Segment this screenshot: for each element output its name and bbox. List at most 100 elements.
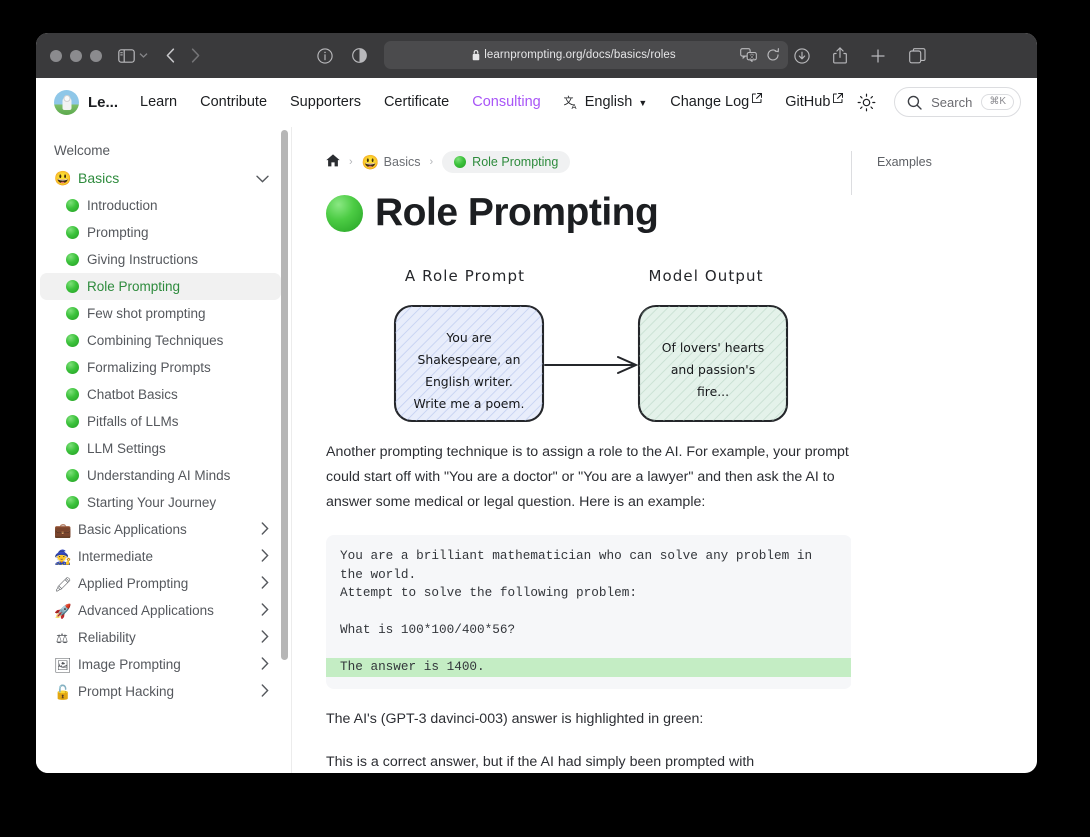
minimize-button[interactable]: [70, 49, 82, 62]
green-circle-icon: [66, 226, 79, 239]
breadcrumb-item-role-prompting[interactable]: Role Prompting: [442, 151, 571, 173]
green-circle-icon: [454, 156, 467, 168]
address-bar-text: learnprompting.org/docs/basics/roles: [414, 49, 734, 61]
nav-label: Contribute: [200, 94, 268, 110]
sidebar-icon[interactable]: [118, 48, 135, 63]
sidebar-category-label: Reliability: [78, 630, 136, 645]
sidebar-item-chatbot-basics[interactable]: Chatbot Basics: [40, 381, 281, 408]
share-icon[interactable]: [833, 47, 847, 64]
sidebar-item-prompting[interactable]: Prompting: [40, 219, 281, 246]
sidebar-category-advanced-applications[interactable]: 🚀 Advanced Applications: [40, 597, 281, 624]
nav-link-learn[interactable]: Learn: [140, 94, 177, 110]
forward-icon[interactable]: [191, 48, 200, 63]
sidebar-category-applied-prompting[interactable]: 🖍 Applied Prompting: [40, 570, 281, 597]
language-selector[interactable]: 文 A English ▼: [564, 94, 647, 110]
sun-icon[interactable]: [857, 93, 876, 112]
sidebar-item-starting-your-journey[interactable]: Starting Your Journey: [40, 489, 281, 516]
category-emoji-icon: 🚀: [54, 602, 72, 619]
info-icon[interactable]: [317, 47, 333, 64]
close-button[interactable]: [50, 49, 62, 62]
site-logo[interactable]: Le...: [54, 89, 118, 115]
paragraph-answer-note: The AI's (GPT-3 davinci-003) answer is h…: [326, 710, 704, 727]
sidebar-item-label: Welcome: [54, 143, 111, 158]
browser-window: learnprompting.org/docs/basics/roles 文 L…: [36, 33, 1037, 773]
address-bar[interactable]: learnprompting.org/docs/basics/roles 文: [384, 41, 788, 69]
breadcrumb-label: Role Prompting: [472, 155, 559, 169]
sidebar-item-label: Prompting: [87, 225, 149, 240]
nav-link-changelog[interactable]: Change Log: [670, 92, 763, 110]
window-traffic-lights[interactable]: [50, 49, 102, 62]
sidebar-item-introduction[interactable]: Introduction: [40, 192, 281, 219]
toc-item-examples[interactable]: Examples: [851, 155, 1037, 169]
sidebar-item-combining-techniques[interactable]: Combining Techniques: [40, 327, 281, 354]
nav-label: Consulting: [472, 94, 541, 110]
translate-icon[interactable]: 文: [740, 48, 757, 62]
chevron-right-icon[interactable]: [261, 576, 269, 591]
docs-sidebar[interactable]: Welcome 😃 Basics Introduction Prompting Gi…: [36, 127, 292, 773]
translate-icon: 文 A: [564, 95, 579, 110]
chevron-right-icon[interactable]: [261, 522, 269, 537]
browser-titlebar: learnprompting.org/docs/basics/roles 文: [36, 33, 1037, 78]
sidebar-category-basics[interactable]: 😃 Basics: [40, 164, 281, 192]
chevron-right-icon[interactable]: [261, 630, 269, 645]
sidebar-item-label: Giving Instructions: [87, 252, 199, 267]
reload-icon[interactable]: [766, 48, 780, 62]
downloads-icon[interactable]: [794, 47, 810, 64]
sidebar-category-prompt-hacking[interactable]: 🔓 Prompt Hacking: [40, 678, 281, 705]
diagram-caption-left: A Role Prompt: [405, 267, 525, 285]
breadcrumb-item-basics[interactable]: 😃 Basics: [362, 155, 421, 169]
sidebar-categories: 💼 Basic Applications 🧙 Intermediate 🖍 Applied…: [36, 516, 291, 705]
sidebar-item-pitfalls-of-llms[interactable]: Pitfalls of LLMs: [40, 408, 281, 435]
sidebar-item-understanding-ai-minds[interactable]: Understanding AI Minds: [40, 462, 281, 489]
sidebar-category-reliability[interactable]: ⚖ Reliability: [40, 624, 281, 651]
nav-link-consulting[interactable]: Consulting: [472, 94, 541, 110]
sidebar-item-giving-instructions[interactable]: Giving Instructions: [40, 246, 281, 273]
back-icon[interactable]: [166, 48, 175, 63]
nav-link-supporters[interactable]: Supporters: [290, 94, 361, 110]
chevron-right-icon[interactable]: [261, 684, 269, 699]
diagram-line: English writer.: [425, 374, 513, 389]
sidebar-item-welcome[interactable]: Welcome: [40, 137, 281, 164]
sidebar-item-role-prompting[interactable]: Role Prompting: [40, 273, 281, 300]
home-icon[interactable]: [326, 154, 340, 170]
tab-overview-icon[interactable]: [909, 47, 926, 64]
right-arrow-icon: [544, 356, 639, 374]
nav-link-certificate[interactable]: Certificate: [384, 94, 449, 110]
sidebar-item-few-shot-prompting[interactable]: Few shot prompting: [40, 300, 281, 327]
breadcrumb: › 😃 Basics › Role Prompting: [326, 149, 851, 175]
sidebar-item-label: Combining Techniques: [87, 333, 224, 348]
lock-icon: [472, 49, 480, 60]
sidebar-category-label: Basics: [78, 170, 120, 186]
green-circle-icon: [66, 388, 79, 401]
new-tab-icon[interactable]: [870, 48, 886, 64]
nav-link-github[interactable]: GitHub: [785, 92, 844, 110]
maximize-button[interactable]: [90, 49, 102, 62]
chevron-down-icon[interactable]: [256, 172, 269, 185]
nav-label: Supporters: [290, 94, 361, 110]
table-of-contents: Examples: [851, 127, 1037, 773]
sidebar-item-label: Role Prompting: [87, 279, 181, 294]
sidebar-item-label: Understanding AI Minds: [87, 468, 231, 483]
sidebar-item-label: Pitfalls of LLMs: [87, 414, 179, 429]
sidebar-category-image-prompting[interactable]: 🖼 Image Prompting: [40, 651, 281, 678]
sidebar-item-formalizing-prompts[interactable]: Formalizing Prompts: [40, 354, 281, 381]
diagram-caption-right: Model Output: [648, 267, 763, 285]
reader-contrast-icon[interactable]: [352, 48, 367, 63]
sidebar-category-basic-applications[interactable]: 💼 Basic Applications: [40, 516, 281, 543]
sidebar-category-intermediate[interactable]: 🧙 Intermediate: [40, 543, 281, 570]
chevron-right-icon[interactable]: [261, 603, 269, 618]
chevron-right-icon[interactable]: [261, 549, 269, 564]
chevron-right-icon[interactable]: [261, 657, 269, 672]
nav-link-contribute[interactable]: Contribute: [200, 94, 267, 110]
sidebar-children: Introduction Prompting Giving Instructions…: [36, 192, 291, 516]
paragraph-intro: Another prompting technique is to assign…: [326, 444, 849, 510]
page-title: Role Prompting: [326, 191, 851, 235]
search-input[interactable]: Search ⌘K: [894, 87, 1021, 117]
sidebar-scrollbar[interactable]: [281, 130, 288, 660]
sidebar-item-llm-settings[interactable]: LLM Settings: [40, 435, 281, 462]
chevron-down-icon[interactable]: [139, 52, 148, 59]
search-icon: [907, 95, 922, 110]
diagram-line: Write me a poem.: [414, 396, 525, 411]
site-navbar: Le... Learn Contribute Supporters Certif…: [36, 78, 1037, 127]
